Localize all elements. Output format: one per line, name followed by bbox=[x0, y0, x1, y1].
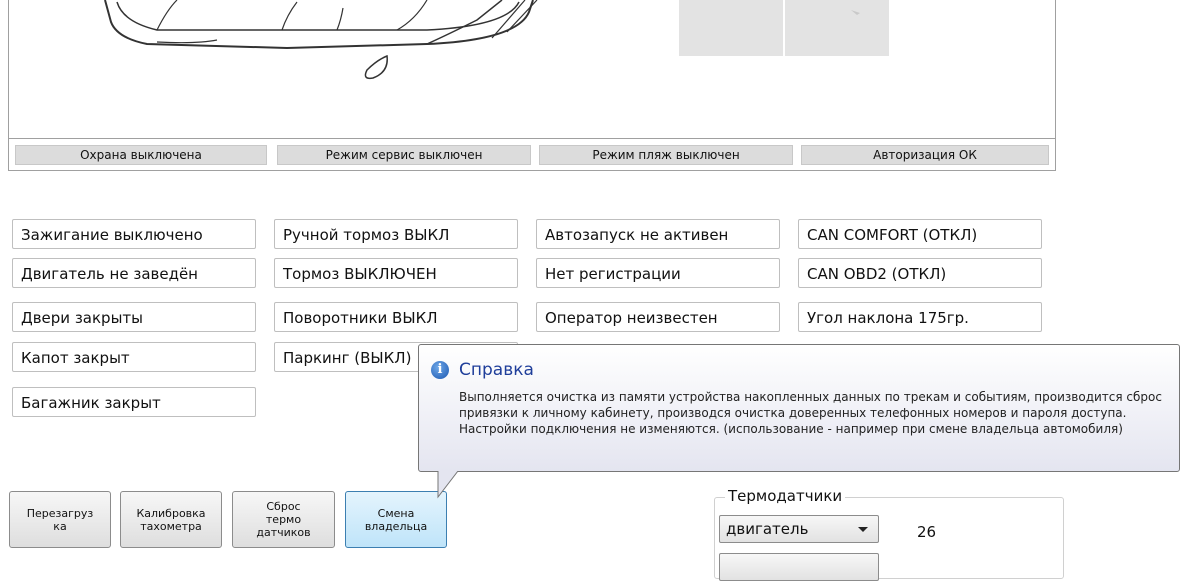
status-beach-mode: Режим пляж выключен bbox=[539, 145, 793, 165]
status-bar: Охрана выключена Режим сервис выключен Р… bbox=[9, 138, 1055, 170]
thermo-sensors-group: Термодатчики двигатель 26 bbox=[714, 487, 1064, 581]
can-comfort-indicator: CAN COMFORT (ОТКЛ) bbox=[798, 219, 1042, 249]
reset-thermo-sensors-button[interactable]: Сброс термо датчиков bbox=[232, 491, 335, 548]
status-service-mode: Режим сервис выключен bbox=[277, 145, 531, 165]
thermo-sensor-value: 26 bbox=[917, 523, 937, 541]
engine-indicator: Двигатель не заведён bbox=[12, 258, 256, 288]
brake-indicator: Тормоз ВЫКЛЮЧЕН bbox=[274, 258, 518, 288]
change-owner-button[interactable]: Смена владельца bbox=[345, 491, 447, 548]
info-icon: i bbox=[431, 361, 449, 379]
status-authorization: Авторизация ОК bbox=[801, 145, 1049, 165]
thermo-sensor-select[interactable]: двигатель bbox=[719, 515, 879, 543]
help-tooltip: i Справка Выполняется очистка из памяти … bbox=[418, 344, 1180, 472]
tooltip-title: Справка bbox=[459, 360, 534, 380]
thermo-sensors-title: Термодатчики bbox=[725, 487, 846, 505]
thermo-sensor-selected: двигатель bbox=[726, 520, 809, 538]
speaker-icon bbox=[851, 10, 860, 15]
car-outline-image bbox=[104, 0, 538, 80]
reboot-button[interactable]: Перезагруз ка bbox=[9, 491, 111, 548]
calibrate-tachometer-button[interactable]: Калибровка тахометра bbox=[120, 491, 222, 548]
tooltip-pointer bbox=[418, 471, 459, 499]
thermo-sensor-select-2[interactable] bbox=[719, 553, 879, 581]
tilt-angle-indicator: Угол наклона 175гр. bbox=[798, 302, 1042, 332]
operator-indicator: Оператор неизвестен bbox=[536, 302, 780, 332]
indicator-box-1 bbox=[679, 0, 783, 56]
handbrake-indicator: Ручной тормоз ВЫКЛ bbox=[274, 219, 518, 249]
hood-indicator: Капот закрыт bbox=[12, 342, 256, 372]
can-obd2-indicator: CAN OBD2 (ОТКЛ) bbox=[798, 258, 1042, 288]
doors-indicator: Двери закрыты bbox=[12, 302, 256, 332]
autostart-indicator: Автозапуск не активен bbox=[536, 219, 780, 249]
vehicle-status-panel: Охрана выключена Режим сервис выключен Р… bbox=[8, 0, 1056, 171]
chevron-down-icon bbox=[858, 527, 868, 532]
ignition-indicator: Зажигание выключено bbox=[12, 219, 256, 249]
turn-signals-indicator: Поворотники ВЫКЛ bbox=[274, 302, 518, 332]
status-security: Охрана выключена bbox=[15, 145, 267, 165]
trunk-indicator: Багажник закрыт bbox=[12, 387, 256, 417]
tooltip-text: Выполняется очистка из памяти устройства… bbox=[459, 390, 1162, 436]
indicator-box-2 bbox=[785, 0, 889, 56]
registration-indicator: Нет регистрации bbox=[536, 258, 780, 288]
